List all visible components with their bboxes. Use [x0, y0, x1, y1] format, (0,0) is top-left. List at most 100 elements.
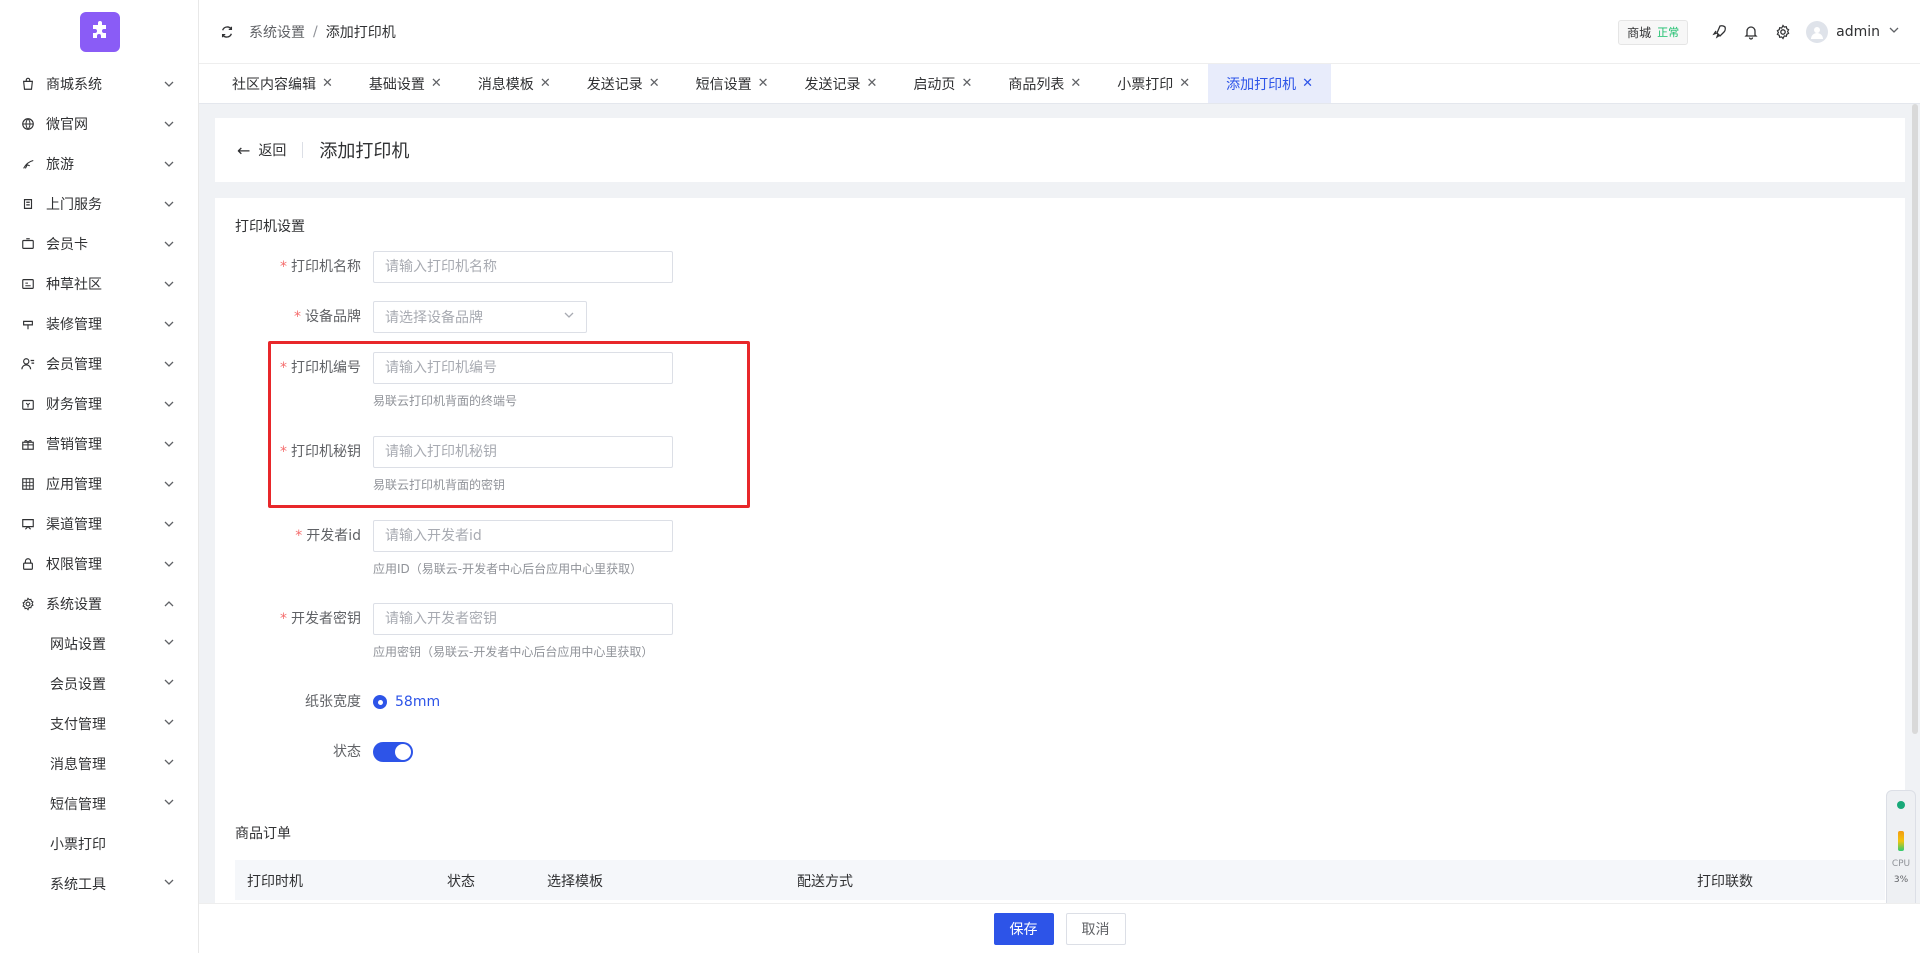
close-icon[interactable]: ✕ — [758, 76, 769, 91]
page-title: 添加打印机 — [319, 141, 410, 162]
tab-label: 社区内容编辑 — [232, 76, 316, 93]
breadcrumb-item[interactable]: 系统设置 — [249, 22, 305, 42]
field-hint: 易联云打印机背面的终端号 — [373, 394, 518, 408]
tab[interactable]: 基础设置 ✕ — [351, 64, 460, 103]
sidebar-item[interactable]: 商城系统 — [0, 64, 199, 104]
sidebar-subitem[interactable]: 消息管理 — [0, 744, 199, 784]
tab[interactable]: 发送记录 ✕ — [569, 64, 678, 103]
globe-icon — [20, 116, 36, 132]
sidebar-subitem[interactable]: 支付管理 — [0, 704, 199, 744]
sidebar-subitem[interactable]: 小票打印 — [0, 824, 199, 864]
developer-id-input[interactable] — [373, 520, 673, 552]
brand-select[interactable]: 请选择设备品牌 — [373, 301, 587, 333]
tab[interactable]: 发送记录 ✕ — [787, 64, 896, 103]
tab-label: 消息模板 — [477, 76, 534, 93]
label-text: 开发者id — [306, 528, 361, 544]
form-card: 打印机设置 *打印机名称 *设备品牌 请选择设备品牌 *打印机编号 易联云打印机… — [215, 198, 1905, 953]
paper-width-radio[interactable]: 58mm — [373, 686, 440, 718]
sidebar-subitem[interactable]: 系统工具 — [0, 864, 199, 904]
sidebar-subitem[interactable]: 短信管理 — [0, 784, 199, 824]
sidebar-item[interactable]: 营销管理 — [0, 424, 199, 464]
breadcrumb-current: 添加打印机 — [325, 24, 396, 41]
field-hint: 易联云打印机背面的密钥 — [373, 478, 506, 492]
required-mark: * — [280, 611, 287, 627]
sidebar-item[interactable]: 财务管理 — [0, 384, 199, 424]
label-text: 打印机名称 — [291, 259, 361, 275]
sidebar-item[interactable]: 旅游 — [0, 144, 199, 184]
tab-label: 添加打印机 — [1226, 76, 1297, 93]
finance-icon — [20, 396, 36, 412]
close-icon[interactable]: ✕ — [540, 76, 551, 91]
footer-bar: 保存 取消 — [199, 903, 1920, 953]
save-button[interactable]: 保存 — [993, 912, 1054, 945]
chevron-down-icon — [163, 78, 175, 90]
radio-dot — [373, 695, 387, 709]
shop-status: 正常 — [1657, 26, 1680, 39]
bell-icon[interactable] — [1742, 23, 1760, 41]
avatar[interactable] — [1806, 21, 1829, 43]
developer-key-input[interactable] — [373, 603, 673, 635]
sidebar-item-label: 上门服务 — [46, 197, 102, 213]
chevron-down-icon — [163, 118, 175, 130]
chevron-down-icon[interactable] — [1888, 24, 1900, 40]
app-logo[interactable] — [80, 12, 120, 52]
user-name[interactable]: admin — [1836, 24, 1880, 40]
close-icon[interactable]: ✕ — [322, 76, 333, 91]
sidebar-item[interactable]: 会员卡 — [0, 224, 199, 264]
status-dot — [1897, 801, 1905, 809]
sidebar-item[interactable]: 种草社区 — [0, 264, 199, 304]
chevron-down-icon — [163, 238, 175, 250]
chevron-down-icon — [563, 309, 575, 325]
sidebar-item[interactable]: 渠道管理 — [0, 504, 199, 544]
sidebar-item[interactable]: 系统设置 — [0, 584, 199, 624]
sidebar-item[interactable]: 权限管理 — [0, 544, 199, 584]
gear-icon[interactable] — [1774, 23, 1792, 41]
close-icon[interactable]: ✕ — [961, 76, 972, 91]
cpu-percent: 3% — [1893, 875, 1909, 885]
column-header: 打印时机 — [247, 874, 303, 890]
tab[interactable]: 添加打印机 ✕ — [1208, 64, 1332, 103]
rocket-icon[interactable] — [1710, 23, 1728, 41]
service-icon — [20, 196, 36, 212]
sidebar-subitem[interactable]: 会员设置 — [0, 664, 199, 704]
sidebar-item-label: 商城系统 — [46, 77, 102, 93]
close-icon[interactable]: ✕ — [1070, 76, 1081, 91]
printer-serial-input[interactable] — [373, 352, 673, 384]
sidebar-item[interactable]: 装修管理 — [0, 304, 199, 344]
sidebar-item[interactable]: 会员管理 — [0, 344, 199, 384]
printer-name-input[interactable] — [373, 251, 673, 283]
close-icon[interactable]: ✕ — [1302, 76, 1313, 91]
field-hint: 应用密钥（易联云-开发者中心后台应用中心里获取） — [373, 645, 654, 659]
tab[interactable]: 社区内容编辑 ✕ — [214, 64, 351, 103]
shop-status-badge[interactable]: 商城 正常 — [1618, 19, 1689, 45]
cpu-monitor[interactable]: CPU 3% — [1886, 790, 1916, 910]
form-row-serial: *打印机编号 易联云打印机背面的终端号 — [215, 352, 673, 409]
status-toggle[interactable] — [373, 742, 413, 762]
community-icon — [20, 276, 36, 292]
close-icon[interactable]: ✕ — [431, 76, 442, 91]
channel-icon — [20, 516, 36, 532]
back-button[interactable]: ← 返回 — [237, 140, 286, 160]
tab-label: 发送记录 — [804, 76, 861, 93]
tab-bar: 社区内容编辑 ✕ 基础设置 ✕ 消息模板 ✕ 发送记录 ✕ 短信设置 ✕ 发送记录 ✕ 启动页 ✕ 商品列表… — [199, 64, 1920, 104]
refresh-icon[interactable] — [219, 24, 235, 40]
scrollbar[interactable] — [1912, 104, 1918, 734]
tab[interactable]: 商品列表 ✕ — [990, 64, 1099, 103]
chevron-down-icon — [163, 478, 175, 490]
sidebar-subitem-label: 小票打印 — [50, 837, 106, 853]
sidebar-item-label: 财务管理 — [46, 397, 102, 413]
tab[interactable]: 消息模板 ✕ — [460, 64, 569, 103]
sidebar-item[interactable]: 微官网 — [0, 104, 199, 144]
close-icon[interactable]: ✕ — [649, 76, 660, 91]
tab[interactable]: 短信设置 ✕ — [678, 64, 787, 103]
sidebar-item[interactable]: 应用管理 — [0, 464, 199, 504]
tab[interactable]: 小票打印 ✕ — [1099, 64, 1208, 103]
chevron-down-icon — [163, 796, 175, 812]
printer-key-input[interactable] — [373, 436, 673, 468]
sidebar-subitem[interactable]: 网站设置 — [0, 624, 199, 664]
cancel-button[interactable]: 取消 — [1065, 912, 1126, 945]
close-icon[interactable]: ✕ — [867, 76, 878, 91]
close-icon[interactable]: ✕ — [1179, 76, 1190, 91]
sidebar-item[interactable]: 上门服务 — [0, 184, 199, 224]
tab[interactable]: 启动页 ✕ — [895, 64, 990, 103]
